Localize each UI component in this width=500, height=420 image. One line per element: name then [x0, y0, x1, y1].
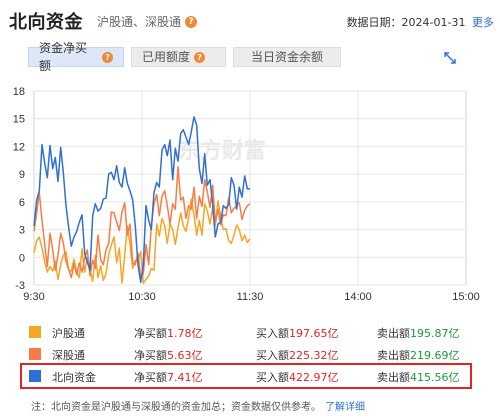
legend-name: 深股通	[52, 349, 85, 362]
legend-row-sh: 沪股通 净买额1.78亿 买入额197.65亿 卖出额195.87亿	[22, 321, 470, 343]
swatch-north	[29, 370, 41, 382]
x-tick-label: 14:00	[344, 291, 372, 303]
subtitle-text: 沪股通、深股通	[97, 15, 182, 29]
net-buy-value: 5.63亿	[167, 349, 203, 362]
swatch-sh	[29, 326, 41, 338]
x-tick-label: 10:30	[128, 291, 156, 303]
buy-label: 买入额	[256, 327, 289, 340]
buy-amount: 买入额225.32亿	[256, 347, 339, 363]
help-icon[interactable]: ?	[102, 51, 113, 63]
legend-table: 沪股通 净买额1.78亿 买入额197.65亿 卖出额195.87亿 深股通 净…	[20, 321, 472, 389]
sell-label: 卖出额	[377, 371, 410, 384]
y-tick-label: 18	[13, 86, 25, 98]
tab-label: 已用额度	[142, 50, 191, 64]
sell-amount: 卖出额195.87亿	[377, 325, 460, 341]
tab-label: 当日资金余额	[250, 50, 323, 64]
net-buy-value: 7.41亿	[167, 371, 203, 384]
y-tick-label: 3	[19, 225, 25, 237]
sell-label: 卖出额	[377, 349, 410, 362]
legend-row-north: 北向资金 净买额7.41亿 买入额422.97亿 卖出额415.56亿	[20, 363, 472, 389]
tab-net-buy[interactable]: 资金净买额 ?	[28, 41, 124, 73]
subtitle: 沪股通、深股通 ?	[97, 13, 198, 30]
y-tick-label: 12	[13, 141, 25, 153]
buy-amount: 买入额197.65亿	[256, 325, 339, 341]
learn-more-link[interactable]: 了解详细	[325, 402, 365, 413]
sell-amount: 卖出额415.56亿	[377, 369, 460, 385]
y-tick-label: 9	[19, 169, 25, 181]
x-tick-label: 15:00	[452, 291, 480, 303]
net-buy: 净买额5.63亿	[134, 347, 203, 363]
header: 北向资金 沪股通、深股通 ? 数据日期：2024-01-31 更多	[9, 8, 494, 34]
help-icon[interactable]: ?	[194, 51, 206, 63]
tab-used-quota[interactable]: 已用额度 ?	[131, 47, 226, 67]
buy-label: 买入额	[256, 349, 289, 362]
sell-label: 卖出额	[377, 327, 410, 340]
help-icon[interactable]: ?	[185, 15, 198, 28]
legend-name: 沪股通	[52, 327, 85, 340]
expand-icon[interactable]	[441, 49, 459, 67]
watermark: 东方财富	[178, 138, 266, 163]
tab-bar: 资金净买额 ? 已用额度 ? 当日资金余额	[28, 41, 348, 73]
net-buy-label: 净买额	[134, 327, 167, 340]
net-buy: 净买额7.41亿	[134, 369, 203, 385]
sell-value: 219.69亿	[410, 349, 460, 362]
legend-row-sz: 深股通 净买额5.63亿 买入额225.32亿 卖出额219.69亿	[22, 343, 470, 365]
tab-daily-balance[interactable]: 当日资金余额	[233, 47, 341, 67]
sell-value: 415.56亿	[410, 371, 460, 384]
y-tick-label: 0	[19, 252, 25, 264]
buy-value: 225.32亿	[289, 349, 339, 362]
page-title: 北向资金	[9, 12, 83, 33]
net-buy-label: 净买额	[134, 371, 167, 384]
more-link[interactable]: 更多	[472, 16, 494, 29]
tab-label: 资金净买额	[39, 41, 88, 73]
buy-value: 197.65亿	[289, 327, 339, 340]
x-tick-label: 9:30	[23, 291, 44, 303]
x-tick-label: 11:30	[237, 291, 264, 303]
date-label: 数据日期：2024-01-31	[346, 16, 466, 29]
data-date: 数据日期：2024-01-31 更多	[347, 14, 494, 30]
buy-label: 买入额	[256, 371, 289, 384]
buy-amount: 买入额422.97亿	[256, 369, 339, 385]
net-buy: 净买额1.78亿	[134, 325, 203, 341]
net-buy-value: 1.78亿	[167, 327, 203, 340]
chart-svg: 1815129630-39:30 10:30 11:30 14:00 15:00东方财富	[13, 86, 480, 303]
sell-amount: 卖出额219.69亿	[377, 347, 460, 363]
legend-name: 北向资金	[52, 371, 96, 384]
chart: 18 15 12 9 6 3 0 -3 9:30 10:30 11:30 14:00 15:00 东方财富	[0, 80, 500, 310]
swatch-sz	[29, 348, 41, 360]
footnote-text: 注：北向资金是沪股通与深股通的资金加总；资金数据仅供参考。	[31, 402, 321, 413]
y-tick-label: 15	[13, 114, 25, 126]
net-buy-label: 净买额	[134, 349, 167, 362]
footnote: 注：北向资金是沪股通与深股通的资金加总；资金数据仅供参考。 了解详细	[31, 398, 365, 413]
buy-value: 422.97亿	[289, 371, 339, 384]
sell-value: 195.87亿	[410, 327, 460, 340]
y-tick-label: 6	[19, 197, 25, 209]
